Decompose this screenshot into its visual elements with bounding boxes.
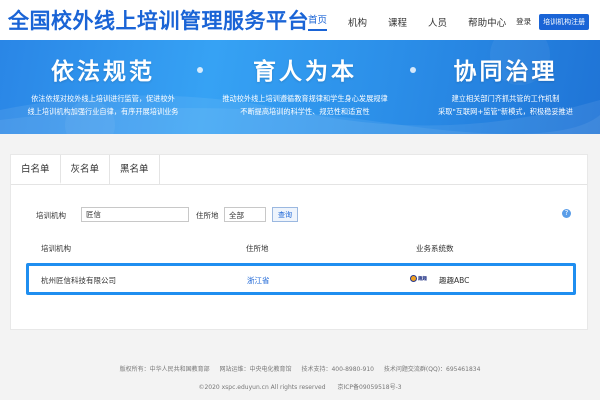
tab-graylist[interactable]: 灰名单	[61, 155, 111, 184]
nav-courses[interactable]: 课程	[388, 15, 407, 29]
location-filter-label: 住所地	[196, 211, 219, 220]
location-link[interactable]: 浙江省	[247, 275, 270, 286]
banner-pillar: 依法规范 依法依规对校外线上培训进行监管，促进校外 线上培训机构加强行业自律，有…	[18, 40, 188, 134]
table-row[interactable]: 杭州匠信科技有限公司 浙江省 趣趣 趣趣ABC	[26, 263, 576, 295]
table-header: 培训机构 住所地 业务系统数	[26, 243, 576, 257]
banner-separator-dot	[197, 67, 203, 73]
nav-personnel[interactable]: 人员	[428, 15, 447, 29]
pillar-desc: 依法依规对校外线上培训进行监管，促进校外 线上培训机构加强行业自律，有序开展培训…	[18, 92, 188, 118]
pillar-desc-line: 不断提高培训的科学性、规范性和适宜性	[240, 107, 370, 116]
question-icon[interactable]: ?	[562, 209, 571, 218]
column-header: 业务系统数	[416, 244, 454, 253]
footer-rights: ©2020 xspc.eduyun.cn All rights reserved	[198, 384, 326, 391]
pillar-desc-line: 依法依规对校外线上培训进行监管，促进校外	[31, 94, 175, 103]
tab-whitelist[interactable]: 白名单	[11, 155, 61, 184]
tab-blacklist[interactable]: 黑名单	[110, 155, 160, 184]
footer-qq-group: 技术问题交流群(QQ)：695461834	[383, 366, 481, 373]
footer-maintainer: 网站运维：中央电化教育馆	[219, 366, 292, 373]
nav-home[interactable]: 首页	[308, 12, 328, 31]
top-header: 全国校外线上培训管理服务平台 首页 机构 课程 人员 帮助中心 登录 培训机构注…	[0, 0, 600, 40]
pillar-desc-line: 线上培训机构加强行业自律，有序开展培训业务	[27, 107, 179, 116]
org-name-cell[interactable]: 杭州匠信科技有限公司	[41, 275, 116, 286]
qqabc-logo-icon: 趣趣	[410, 273, 434, 284]
query-button[interactable]: 查询	[272, 207, 298, 222]
institution-register-button[interactable]: 培训机构注册	[539, 13, 590, 30]
column-header: 住所地	[246, 244, 269, 253]
pillar-title: 协同治理	[453, 59, 558, 85]
banner-separator-dot	[410, 67, 416, 73]
banner-pillar: 育人为本 推动校外线上培训遵循教育规律和学生身心发展规律 不断提高培训的科学性、…	[205, 40, 405, 134]
footer-info: 版权所有：中华人民共和国教育部 网站运维：中央电化教育馆 技术支持：400-89…	[0, 364, 600, 373]
location-select[interactable]: 全部	[224, 207, 266, 222]
footer-icp[interactable]: 京ICP备09059518号-3	[337, 384, 401, 391]
org-search-input[interactable]	[81, 207, 189, 222]
system-name-cell[interactable]: 趣趣ABC	[439, 275, 469, 286]
footer-legal: ©2020 xspc.eduyun.cn All rights reserved…	[0, 382, 600, 391]
pillar-desc-line: 推动校外线上培训遵循教育规律和学生身心发展规律	[222, 94, 388, 103]
pillar-desc-line: 采取"互联网+监管"新模式，积极稳妥推进	[438, 107, 573, 116]
column-header: 培训机构	[41, 244, 71, 253]
pillar-title: 依法规范	[51, 59, 155, 85]
page-root: 全国校外线上培训管理服务平台 首页 机构 课程 人员 帮助中心 登录 培训机构注…	[0, 0, 600, 400]
filter-row: 培训机构 住所地 全部 查询 ?	[36, 207, 576, 223]
org-filter-label: 培训机构	[36, 211, 66, 220]
list-tabs: 白名单 灰名单 黑名单	[11, 155, 587, 185]
hero-banner: 依法规范 依法依规对校外线上培训进行监管，促进校外 线上培训机构加强行业自律，有…	[0, 40, 600, 134]
site-title[interactable]: 全国校外线上培训管理服务平台	[8, 5, 309, 35]
pillar-desc: 建立相关部门齐抓共管的工作机制 采取"互联网+监管"新模式，积极稳妥推进	[418, 92, 593, 118]
pillar-title: 育人为本	[253, 59, 357, 85]
banner-pillar: 协同治理 建立相关部门齐抓共管的工作机制 采取"互联网+监管"新模式，积极稳妥推…	[418, 40, 593, 134]
page-footer: 版权所有：中华人民共和国教育部 网站运维：中央电化教育馆 技术支持：400-89…	[0, 360, 600, 400]
pillar-desc-line: 建立相关部门齐抓共管的工作机制	[451, 94, 560, 103]
list-panel: 白名单 灰名单 黑名单 培训机构 住所地 全部 查询 ? 培训机构 住所地 业务…	[10, 154, 588, 330]
footer-support-phone: 技术支持：400-8980-910	[301, 366, 374, 373]
footer-copyright-owner: 版权所有：中华人民共和国教育部	[119, 366, 210, 373]
login-link[interactable]: 登录	[516, 16, 531, 27]
nav-help-center[interactable]: 帮助中心	[468, 15, 506, 29]
pillar-desc: 推动校外线上培训遵循教育规律和学生身心发展规律 不断提高培训的科学性、规范性和适…	[205, 92, 405, 118]
nav-institutions[interactable]: 机构	[348, 15, 367, 29]
main-nav: 首页 机构 课程 人员 帮助中心 登录 培训机构注册	[308, 12, 590, 31]
